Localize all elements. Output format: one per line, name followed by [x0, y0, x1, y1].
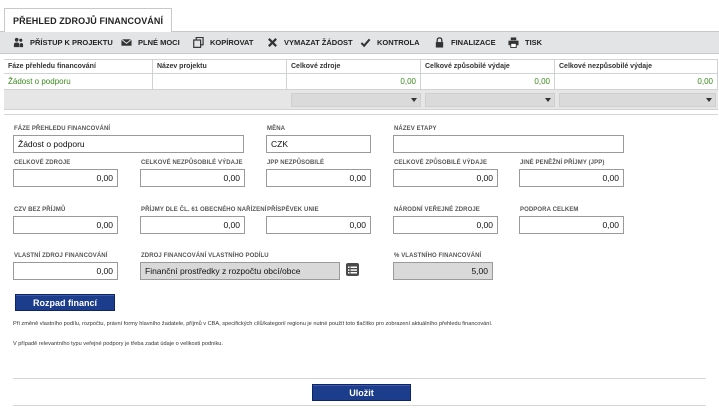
celkove-nezpusobile-field[interactable]: 0,00 [140, 169, 245, 187]
grid-cell-celkove-zdroje: 0,00 [287, 74, 421, 89]
access-project-button[interactable]: PŘÍSTUP K PROJEKTU [13, 32, 113, 53]
prijmy-61-field[interactable]: 0,00 [140, 216, 245, 234]
prijmy-61-label: PŘÍJMY DLE ČL. 61 OBECNÉHO NAŘÍZENÍ [141, 207, 267, 213]
copy-button[interactable]: KOPÍROVAT [193, 32, 253, 53]
nazev-etapy-field[interactable] [393, 135, 624, 153]
check-label: KONTROLA [377, 38, 420, 47]
nazev-etapy-label: NÁZEV ETAPY [394, 126, 437, 132]
copy-icon [193, 37, 204, 48]
grid-header-celkove-zdroje[interactable]: Celkové zdroje [287, 60, 421, 73]
narodni-zdroje-label: NÁRODNÍ VEŘEJNÉ ZDROJE [394, 207, 480, 213]
grid-filter-row [4, 90, 718, 110]
finalize-label: FINALIZACE [451, 38, 496, 47]
table-row[interactable]: Žádost o podporu 0,00 0,00 0,00 [4, 74, 718, 90]
celkove-zdroje-label: CELKOVÉ ZDROJE [14, 160, 71, 166]
access-project-label: PŘÍSTUP K PROJEKTU [30, 38, 113, 47]
celkove-zdroje-field[interactable]: 0,00 [13, 169, 118, 187]
grid-cell-nazev [153, 74, 287, 89]
check-button[interactable]: KONTROLA [360, 32, 420, 53]
grid-header-nazev[interactable]: Název projektu [153, 60, 287, 73]
zdroj-vlastniho-field[interactable]: Finanční prostředky z rozpočtu obcí/obce [140, 262, 340, 280]
divider [13, 405, 706, 406]
print-button[interactable]: TISK [508, 32, 542, 53]
jpp-nezpusobile-field[interactable]: 0,00 [266, 169, 371, 187]
celkove-zpusobile-label: CELKOVÉ ZPŮSOBILÉ VÝDAJE [394, 160, 488, 166]
grid-header-row: Fáze přehledu financování Název projektu… [4, 59, 718, 74]
prispevek-unie-label: PŘÍSPĚVEK UNIE [267, 207, 319, 213]
rozpad-financi-button[interactable]: Rozpad financí [15, 294, 115, 311]
faze-label: FÁZE PŘEHLEDU FINANCOVÁNÍ [14, 126, 111, 132]
cross-icon [268, 38, 277, 47]
finalize-button[interactable]: FINALIZACE [434, 32, 496, 53]
save-button[interactable]: Uložit [312, 384, 411, 401]
power-of-attorney-label: PLNÉ MOCI [138, 38, 180, 47]
czv-bez-prijmu-field[interactable]: 0,00 [13, 216, 118, 234]
grid-header-nezpusobile[interactable]: Celkové nezpůsobilé výdaje [555, 60, 718, 73]
tab-prehled-zdroju[interactable]: PŘEHLED ZDROJŮ FINANCOVÁNÍ [4, 8, 173, 33]
filter-celkove-zdroje[interactable] [291, 93, 421, 107]
list-icon [348, 266, 357, 273]
grid-cell-zpusobile: 0,00 [421, 74, 555, 89]
procento-vlastniho-field[interactable]: 5,00 [393, 262, 493, 280]
note-text: V případě relevantního typu veřejné podp… [13, 341, 223, 347]
divider [13, 378, 706, 379]
copy-label: KOPÍROVAT [210, 38, 254, 47]
filter-nezpusobile[interactable] [559, 93, 716, 107]
podpora-celkem-field[interactable]: 0,00 [519, 216, 624, 234]
chevron-down-icon [706, 98, 712, 102]
prispevek-unie-field[interactable]: 0,00 [266, 216, 371, 234]
delete-request-button[interactable]: VYMAZAT ŽÁDOST [267, 32, 353, 53]
power-of-attorney-button[interactable]: PLNÉ MOCI [121, 32, 180, 53]
procento-vlastniho-label: % VLASTNÍHO FINANCOVÁNÍ [394, 253, 482, 259]
printer-icon [508, 37, 519, 48]
mena-field[interactable]: CZK [266, 135, 371, 153]
jine-penezni-label: JINÉ PENĚŽNÍ PŘÍJMY (JPP) [520, 160, 605, 166]
czv-bez-prijmu-label: CZV BEZ PŘÍJMŮ [14, 207, 66, 213]
envelope-icon [121, 38, 132, 46]
filter-zpusobile[interactable] [425, 93, 555, 107]
check-icon [360, 38, 371, 48]
grid-header-zpusobile[interactable]: Celkové způsobilé výdaje [421, 60, 555, 73]
tab-bar: PŘEHLED ZDROJŮ FINANCOVÁNÍ [0, 0, 719, 33]
delete-request-label: VYMAZAT ŽÁDOST [284, 38, 353, 47]
print-label: TISK [525, 38, 543, 47]
podpora-celkem-label: PODPORA CELKEM [520, 207, 579, 213]
zdroj-vlastniho-label: ZDROJ FINANCOVÁNÍ VLASTNÍHO PODÍLU [141, 253, 269, 259]
celkove-nezpusobile-label: CELKOVÉ NEZPŮSOBILÉ VÝDAJE [141, 160, 243, 166]
people-icon [13, 37, 24, 48]
grid-header-faze[interactable]: Fáze přehledu financování [4, 60, 153, 73]
vlastni-zdroj-label: VLASTNÍ ZDROJ FINANCOVÁNÍ [14, 253, 108, 259]
list-picker-button[interactable] [346, 263, 359, 276]
faze-field[interactable]: Žádost o podporu [13, 135, 244, 153]
mena-label: MĚNA [267, 126, 286, 132]
jine-penezni-field[interactable]: 0,00 [519, 169, 624, 187]
grid-cell-faze: Žádost o podporu [4, 74, 153, 89]
chevron-down-icon [411, 98, 417, 102]
note-text: Při změně vlastního podílu, rozpočtu, pr… [13, 321, 493, 327]
toolbar: PŘÍSTUP K PROJEKTU PLNÉ MOCI KOPÍROVAT V… [0, 32, 719, 54]
chevron-down-icon [545, 98, 551, 102]
lock-icon [435, 37, 444, 48]
divider [4, 114, 718, 115]
jpp-nezpusobile-label: JPP NEZPŮSOBILÉ [267, 160, 325, 166]
grid-cell-nezpusobile: 0,00 [555, 74, 718, 89]
narodni-zdroje-field[interactable]: 0,00 [393, 216, 498, 234]
vlastni-zdroj-field[interactable]: 0,00 [13, 262, 118, 280]
celkove-zpusobile-field[interactable]: 0,00 [393, 169, 498, 187]
